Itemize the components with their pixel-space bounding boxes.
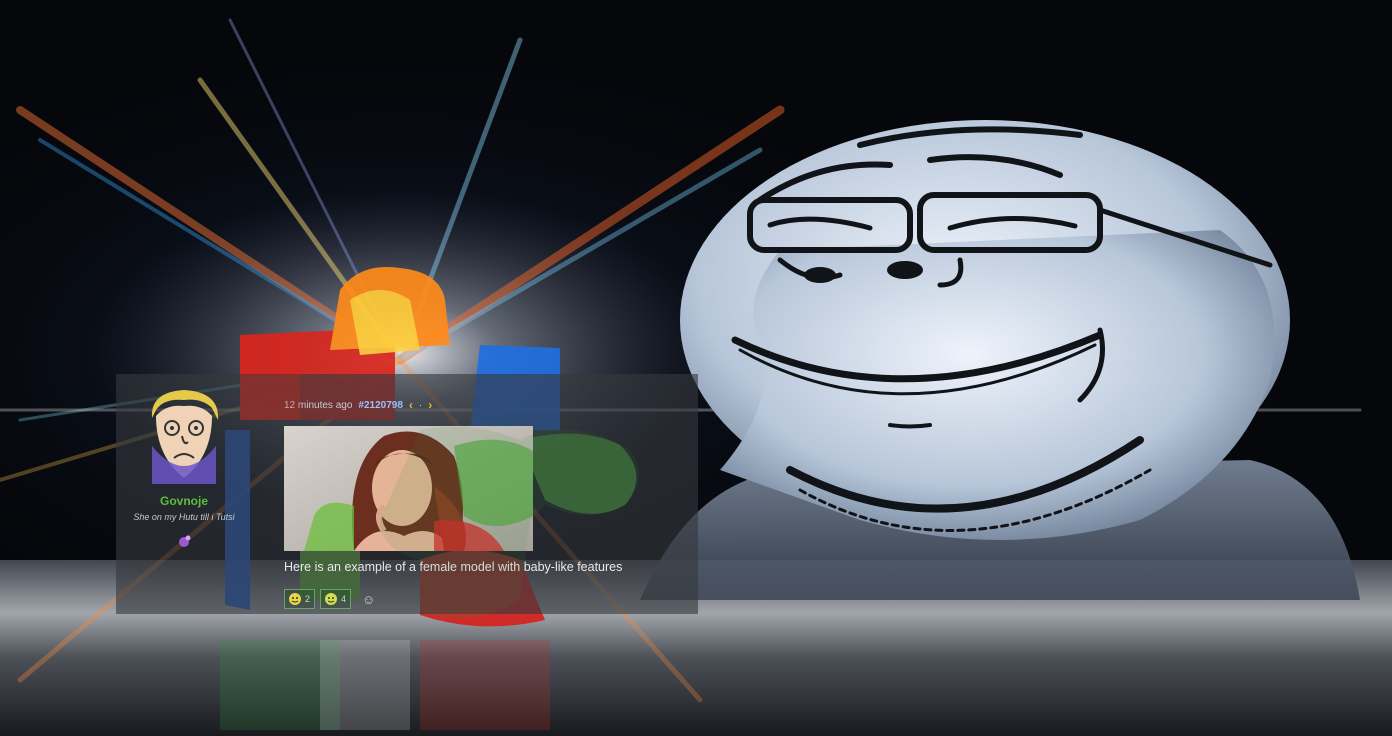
previous-post-button[interactable]: ‹: [409, 398, 413, 412]
reaction-count: 2: [305, 594, 311, 604]
next-post-button[interactable]: ›: [428, 398, 432, 412]
reaction-chip[interactable]: 2: [284, 589, 316, 609]
username[interactable]: Govnoje: [116, 494, 252, 508]
smiley-face-icon: [325, 593, 338, 605]
post-meta: 12 minutes ago #2120798 ‹ · ›: [284, 398, 432, 412]
user-title: She on my Hutu till i Tutsi: [133, 512, 235, 522]
background-scene: [0, 0, 1392, 736]
post-id-link[interactable]: #2120798: [358, 400, 403, 411]
smiley-face-icon: [289, 593, 301, 605]
post-timestamp[interactable]: 12 minutes ago: [284, 400, 352, 411]
post-message: Here is an example of a female model wit…: [284, 560, 623, 574]
user-badge-icon: [179, 535, 191, 547]
forum-post: Govnoje She on my Hutu till i Tutsi 12 m…: [116, 374, 698, 614]
reaction-count: 4: [341, 594, 347, 604]
avatar[interactable]: [142, 386, 226, 484]
post-image-attachment[interactable]: [284, 426, 533, 551]
nav-separator: ·: [418, 399, 423, 411]
reaction-chip[interactable]: 4: [320, 589, 352, 609]
add-reaction-button[interactable]: ☺: [362, 592, 375, 607]
reactions-bar: 2 4 ☺: [284, 589, 375, 609]
